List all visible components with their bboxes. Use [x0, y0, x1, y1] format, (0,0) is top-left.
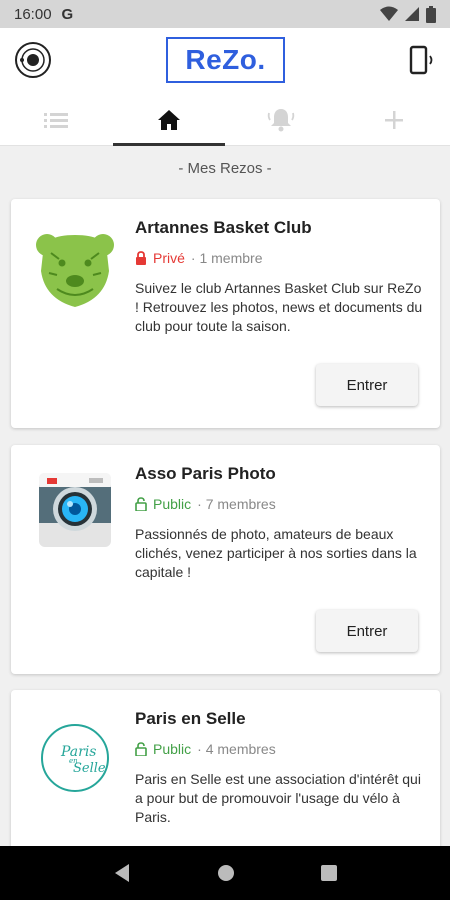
rezo-description: Suivez le club Artannes Basket Club sur … [135, 280, 423, 334]
home-icon [157, 109, 180, 130]
status-icons [380, 5, 436, 23]
tab-bar [0, 94, 450, 146]
rezo-meta: Public · 7 membres [135, 496, 276, 512]
rezo-name: Asso Paris Photo [135, 464, 276, 483]
tab-add[interactable] [338, 94, 450, 145]
visibility-label: Public [153, 741, 192, 757]
svg-text:Paris: Paris [60, 744, 97, 760]
google-icon: G [61, 5, 74, 23]
rezo-description: Paris en Selle est une association d'int… [135, 771, 421, 825]
rezo-meta: Public · 4 membres [135, 741, 276, 757]
section-title: - Mes Rezos - [178, 160, 272, 177]
status-bar: 16:00 G [0, 0, 450, 28]
home-circle-icon[interactable] [217, 864, 235, 882]
orbit-icon[interactable] [14, 41, 52, 79]
rezo-name: Paris en Selle [135, 709, 246, 728]
rezo-card: Asso Paris Photo Public · 7 membres Pass… [11, 445, 440, 674]
rezo-card: Artannes Basket Club Privé · 1 membre Su… [11, 199, 440, 428]
tab-list[interactable] [0, 94, 113, 145]
rezo-card: Paris Selle en Paris en Selle Public · 4… [11, 690, 440, 870]
unlock-icon [135, 742, 147, 756]
camera-icon [39, 473, 111, 547]
app-header: ReZo. [0, 28, 450, 94]
enter-button[interactable]: Entrer [316, 364, 418, 406]
rezo-name: Artannes Basket Club [135, 218, 312, 237]
wifi-icon [380, 6, 398, 21]
tab-notifications[interactable] [225, 94, 338, 145]
status-time: 16:00 [14, 5, 52, 23]
enter-button[interactable]: Entrer [316, 610, 418, 652]
lock-icon [136, 251, 146, 265]
visibility-label: Public [153, 496, 192, 512]
signal-icon [405, 7, 419, 21]
rezo-meta: Privé · 1 membre [135, 250, 262, 266]
battery-icon [426, 5, 436, 23]
visibility-label: Privé [153, 250, 185, 266]
back-icon[interactable] [113, 863, 131, 883]
svg-text:en: en [69, 757, 78, 765]
svg-text:Selle: Selle [73, 761, 106, 776]
plus-icon [384, 110, 403, 129]
member-count: · 7 membres [197, 496, 276, 512]
bell-icon [268, 108, 295, 131]
system-nav-bar [0, 846, 450, 900]
bear-logo-icon [36, 234, 114, 307]
phone-vibrate-icon[interactable] [408, 45, 436, 75]
rezo-description: Passionnés de photo, amateurs de beaux c… [135, 526, 417, 580]
tab-home[interactable] [112, 94, 226, 146]
paris-en-selle-logo: Paris Selle en [41, 724, 109, 792]
member-count: · 1 membre [190, 250, 263, 266]
list-icon [44, 112, 69, 128]
member-count: · 4 membres [197, 741, 276, 757]
unlock-icon [135, 497, 147, 511]
app-logo: ReZo. [166, 37, 285, 83]
recents-icon[interactable] [321, 865, 337, 881]
